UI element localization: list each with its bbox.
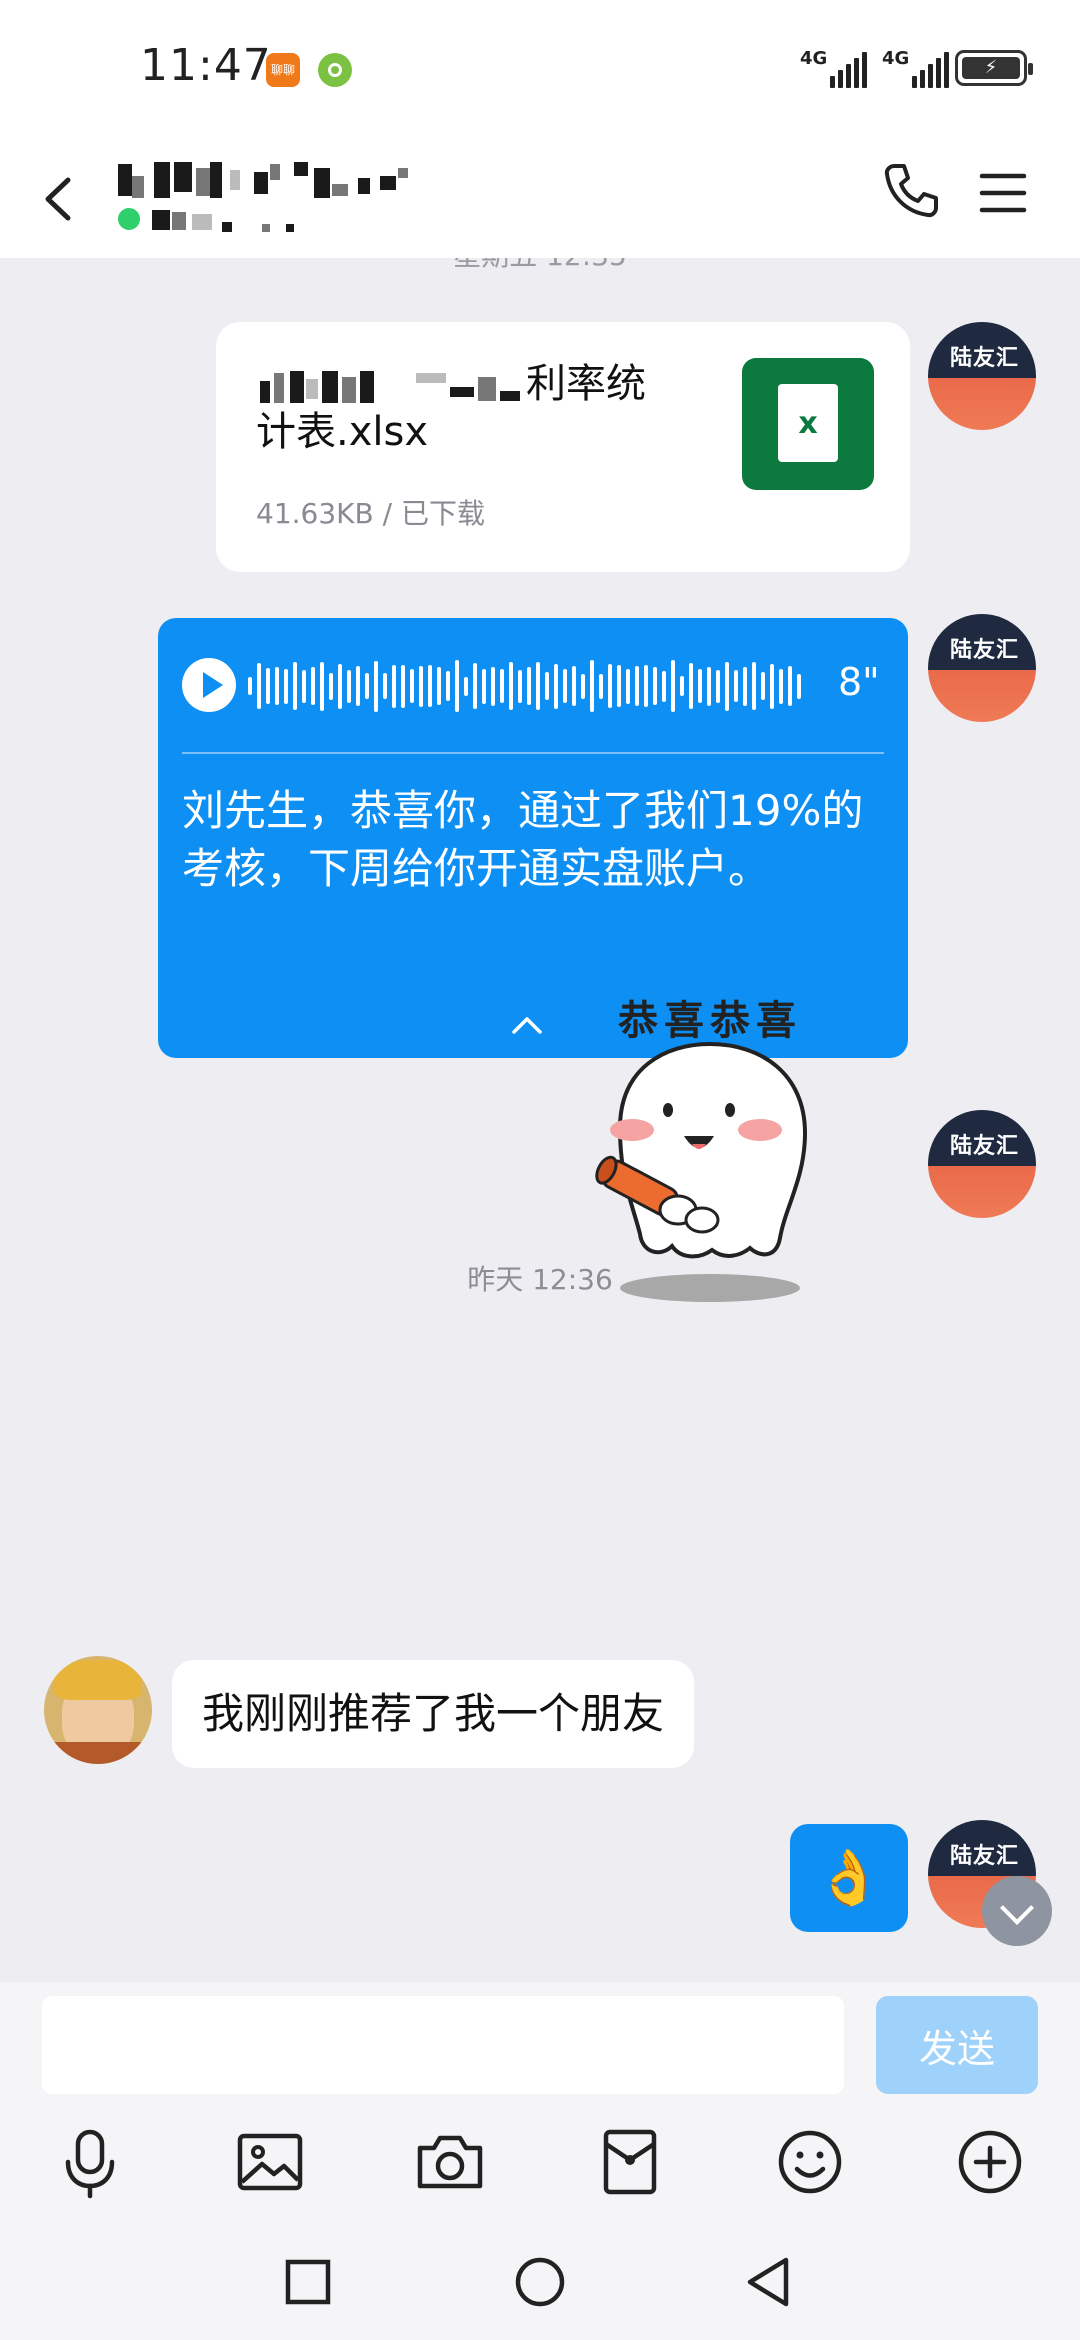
play-icon[interactable] [182, 658, 236, 712]
recent-apps-icon[interactable] [278, 2252, 338, 2312]
contact-status-pixelated [152, 202, 312, 236]
chat-message-list[interactable]: 星期五 12:35 利率统 计表.xlsx 41.63KB / 已下载 x [0, 258, 1080, 1982]
app-notification-icon: 聊聊 [266, 53, 300, 87]
excel-letter: x [798, 406, 818, 441]
badge-label: 聊聊 [270, 63, 295, 77]
my-avatar[interactable]: 陆友汇 [928, 1110, 1036, 1218]
contact-avatar[interactable] [44, 1656, 152, 1764]
contact-name-pixelated[interactable] [118, 158, 468, 206]
online-status-dot [118, 208, 140, 230]
chevron-left-icon[interactable] [38, 174, 78, 224]
scroll-to-bottom-button[interactable] [982, 1876, 1052, 1946]
timestamp: 昨天 12:36 [467, 1263, 613, 1296]
input-bar: 发送 [0, 1982, 1080, 2340]
emoji-icon[interactable] [770, 2122, 850, 2202]
chat-header [0, 140, 1080, 258]
avatar-brand-text: 陆友汇 [950, 638, 1020, 663]
file-size-status: 41.63KB / 已下载 [256, 497, 485, 530]
my-avatar[interactable]: 陆友汇 [928, 322, 1036, 430]
voice-transcript: 刘先生，恭喜你，通过了我们19%的考核，下周给你开通实盘账户。 [182, 786, 864, 893]
received-message-bubble[interactable]: 我刚刚推荐了我一个朋友 [172, 1660, 695, 1768]
voice-waveform [248, 656, 808, 716]
red-packet-icon[interactable] [590, 2122, 670, 2202]
avatar-brand-text: 陆友汇 [950, 1134, 1020, 1159]
status-bar: 11:47 聊聊 4G 4G ⚡ [0, 0, 1080, 140]
file-title-suffix: 利率统 [526, 361, 646, 407]
avatar-brand-text: 陆友汇 [950, 1844, 1020, 1869]
file-message[interactable]: 利率统 计表.xlsx 41.63KB / 已下载 x [216, 322, 910, 572]
signal-icon-1: 4G [800, 48, 870, 88]
excel-file-icon: x [742, 358, 874, 490]
clock: 11:47 [140, 40, 272, 91]
sent-emoji-bubble[interactable]: 👌 [790, 1824, 908, 1932]
avatar-brand-text: 陆友汇 [950, 346, 1020, 371]
phone-icon[interactable] [880, 160, 942, 222]
divider [182, 752, 884, 754]
file-title: 利率统 计表.xlsx [256, 360, 686, 456]
my-avatar[interactable]: 陆友汇 [928, 614, 1036, 722]
chevron-up-icon[interactable] [510, 1014, 544, 1036]
camera-icon[interactable] [410, 2122, 490, 2202]
file-title-pixelated [256, 367, 526, 405]
battery-icon: ⚡ [955, 50, 1033, 86]
timestamp: 星期五 12:35 [0, 258, 1080, 274]
home-icon[interactable] [510, 2252, 570, 2312]
settings-notification-icon [318, 53, 352, 87]
signal-icon-2: 4G [882, 48, 952, 88]
hamburger-menu-icon[interactable] [978, 168, 1028, 218]
send-button[interactable]: 发送 [876, 1996, 1038, 2094]
image-icon[interactable] [230, 2122, 310, 2202]
file-title-line2: 计表.xlsx [256, 409, 429, 455]
network-type-2: 4G [882, 48, 910, 69]
voice-duration: 8" [838, 660, 880, 704]
network-type-1: 4G [800, 48, 828, 69]
back-triangle-icon[interactable] [740, 2252, 800, 2312]
microphone-icon[interactable] [50, 2122, 130, 2202]
message-input[interactable] [42, 1996, 844, 2094]
plus-icon[interactable] [950, 2122, 1030, 2202]
